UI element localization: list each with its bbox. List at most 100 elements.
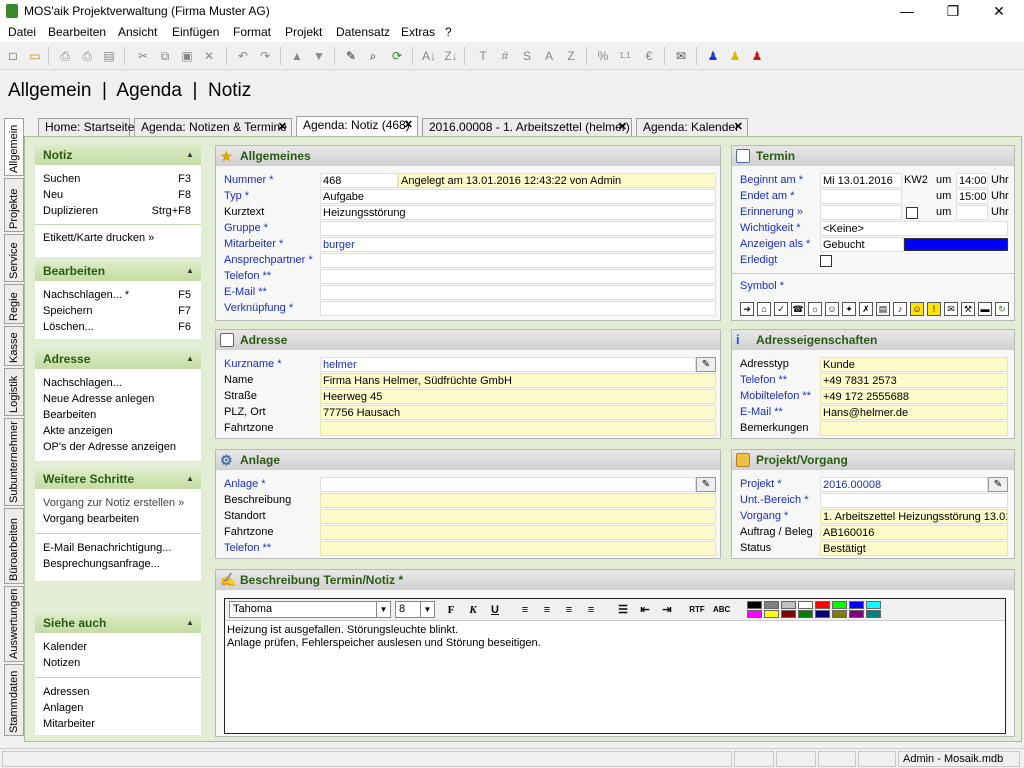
sidebar-item-anlagen[interactable]: Anlagen: [35, 700, 201, 716]
menu-datensatz[interactable]: Datensatz: [336, 25, 390, 39]
font-select[interactable]: Tahoma ▼: [229, 601, 391, 618]
sidebar-header-notiz[interactable]: Notiz ▲: [35, 145, 201, 165]
symbol-truck-icon[interactable]: ▬: [978, 302, 992, 316]
symbol-people-icon[interactable]: ☺: [825, 302, 839, 316]
color-swatch[interactable]: [764, 610, 779, 618]
gruppe-field[interactable]: [320, 221, 716, 236]
unt-bereich-field[interactable]: [820, 493, 1008, 508]
vtab-regie[interactable]: Regie: [4, 284, 24, 324]
symbol-doc-icon[interactable]: ▤: [876, 302, 890, 316]
anlage-beschreibung-field[interactable]: [320, 493, 716, 508]
sidebar-item-mitarbeiter[interactable]: Mitarbeiter: [35, 716, 201, 732]
color-swatch[interactable]: [747, 601, 762, 609]
outdent-icon[interactable]: ⇤: [637, 602, 653, 618]
color-swatch[interactable]: [866, 610, 881, 618]
kurzname-lookup-button[interactable]: ✎: [696, 357, 716, 372]
edit-icon[interactable]: ✎: [342, 47, 360, 65]
sidebar-item-speichern[interactable]: Speichern F7: [35, 303, 201, 319]
plzort-field[interactable]: 77756 Hausach: [320, 405, 716, 420]
mitarbeiter-field[interactable]: burger: [320, 237, 716, 252]
color-swatch[interactable]: [815, 610, 830, 618]
sidebar-item-vorgang-erstellen[interactable]: Vorgang zur Notiz erstellen »: [35, 495, 201, 511]
symbol-cross-icon[interactable]: ✗: [859, 302, 873, 316]
projekt-field[interactable]: 2016.00008: [820, 477, 988, 492]
menu-format[interactable]: Format: [233, 25, 271, 39]
vtab-allgemein[interactable]: Allgemein: [4, 118, 24, 176]
symbol-mail-icon[interactable]: ✉: [944, 302, 958, 316]
arrow-up-icon[interactable]: ▲: [288, 47, 306, 65]
anlage-field[interactable]: [320, 477, 696, 492]
projekt-lookup-button[interactable]: ✎: [988, 477, 1008, 492]
spellcheck-icon[interactable]: ABC: [713, 602, 730, 618]
nummer-field[interactable]: 468: [320, 173, 398, 188]
print-preview-icon[interactable]: ⎙: [78, 47, 96, 65]
user-yellow-icon[interactable]: ♟: [726, 47, 744, 65]
undo-icon[interactable]: ↶: [234, 47, 252, 65]
symbol-refresh-icon[interactable]: ↻: [995, 302, 1009, 316]
endet-time-field[interactable]: 15:00: [956, 189, 988, 204]
symbol-sun-icon[interactable]: ☼: [808, 302, 822, 316]
sidebar-header-siehe[interactable]: Siehe auch ▲: [35, 613, 201, 633]
telefon-field[interactable]: [320, 269, 716, 284]
number-format-icon[interactable]: #: [496, 47, 514, 65]
vtab-subunternehmer[interactable]: Subunternehmer: [4, 418, 24, 506]
anzeigen-color-swatch[interactable]: [904, 238, 1008, 251]
collapse-icon[interactable]: ▲: [185, 474, 195, 484]
sidebar-item-nachschlagen[interactable]: Nachschlagen... * F5: [35, 287, 201, 303]
verknuepfung-field[interactable]: [320, 301, 716, 316]
decimal-icon[interactable]: 1,1: [616, 47, 634, 65]
name-field[interactable]: Firma Hans Helmer, Südfrüchte GmbH: [320, 373, 716, 388]
symbol-house-icon[interactable]: ⌂: [757, 302, 771, 316]
symbol-handshake-icon[interactable]: ✦: [842, 302, 856, 316]
sidebar-item-notizen[interactable]: Notizen: [35, 655, 201, 671]
paste-icon[interactable]: ▣: [178, 47, 196, 65]
vtab-bueroarbeiten[interactable]: Büroarbeiten: [4, 508, 24, 584]
sidebar-item-duplizieren[interactable]: Duplizieren Strg+F8: [35, 203, 201, 219]
symbol-warning-icon[interactable]: !: [927, 302, 941, 316]
menu-datei[interactable]: Datei: [8, 25, 36, 39]
strasse-field[interactable]: Heerweg 45: [320, 389, 716, 404]
sidebar-header-weitere[interactable]: Weitere Schritte ▲: [35, 469, 201, 489]
erledigt-checkbox[interactable]: [820, 255, 832, 267]
menu-help[interactable]: ?: [445, 25, 452, 39]
vtab-auswertungen[interactable]: Auswertungen: [4, 586, 24, 662]
vtab-projekte[interactable]: Projekte: [4, 178, 24, 232]
vtab-kasse[interactable]: Kasse: [4, 326, 24, 366]
symbol-bell-icon[interactable]: ♪: [893, 302, 907, 316]
preview-icon[interactable]: ▤: [100, 47, 118, 65]
delete-icon[interactable]: ✕: [200, 47, 218, 65]
kurzname-field[interactable]: helmer: [320, 357, 696, 372]
tab-notiz-468[interactable]: Agenda: Notiz (468) ✕: [296, 116, 418, 136]
align-center-icon[interactable]: ≡: [539, 602, 555, 618]
adresstyp-field[interactable]: Kunde: [820, 357, 1008, 372]
anzeigen-field[interactable]: Gebucht: [820, 237, 904, 252]
user-red-icon[interactable]: ♟: [748, 47, 766, 65]
color-swatch[interactable]: [832, 601, 847, 609]
chevron-down-icon[interactable]: ▼: [376, 602, 390, 617]
sidebar-item-adresse-nachschlagen[interactable]: Nachschlagen...: [35, 375, 201, 391]
color-swatch[interactable]: [849, 601, 864, 609]
percent-icon[interactable]: %: [594, 47, 612, 65]
erinnerung-checkbox[interactable]: [906, 207, 918, 219]
currency-icon[interactable]: €: [640, 47, 658, 65]
collapse-icon[interactable]: ▲: [185, 150, 195, 160]
search-icon[interactable]: ⌕: [364, 47, 382, 65]
color-swatch[interactable]: [764, 601, 779, 609]
sort-asc-icon[interactable]: A↓: [420, 47, 438, 65]
menu-einfuegen[interactable]: Einfügen: [172, 25, 219, 39]
redo-icon[interactable]: ↷: [256, 47, 274, 65]
color-swatch[interactable]: [781, 601, 796, 609]
sidebar-item-loeschen[interactable]: Löschen... F6: [35, 319, 201, 335]
email-field[interactable]: [320, 285, 716, 300]
ansprechpartner-field[interactable]: [320, 253, 716, 268]
beginnt-date-field[interactable]: Mi 13.01.2016: [820, 173, 902, 188]
fahrtzone-field[interactable]: [320, 421, 716, 436]
s-format-icon[interactable]: S: [518, 47, 536, 65]
vtab-service[interactable]: Service: [4, 234, 24, 282]
editor-content[interactable]: Heizung ist ausgefallen. Störungsleuchte…: [225, 621, 1005, 653]
sidebar-item-adressen[interactable]: Adressen: [35, 684, 201, 700]
erinnerung-time-field[interactable]: [956, 205, 988, 220]
sidebar-item-besprechung[interactable]: Besprechungsanfrage...: [35, 556, 201, 572]
sidebar-item-kalender[interactable]: Kalender: [35, 639, 201, 655]
collapse-icon[interactable]: ▲: [185, 266, 195, 276]
